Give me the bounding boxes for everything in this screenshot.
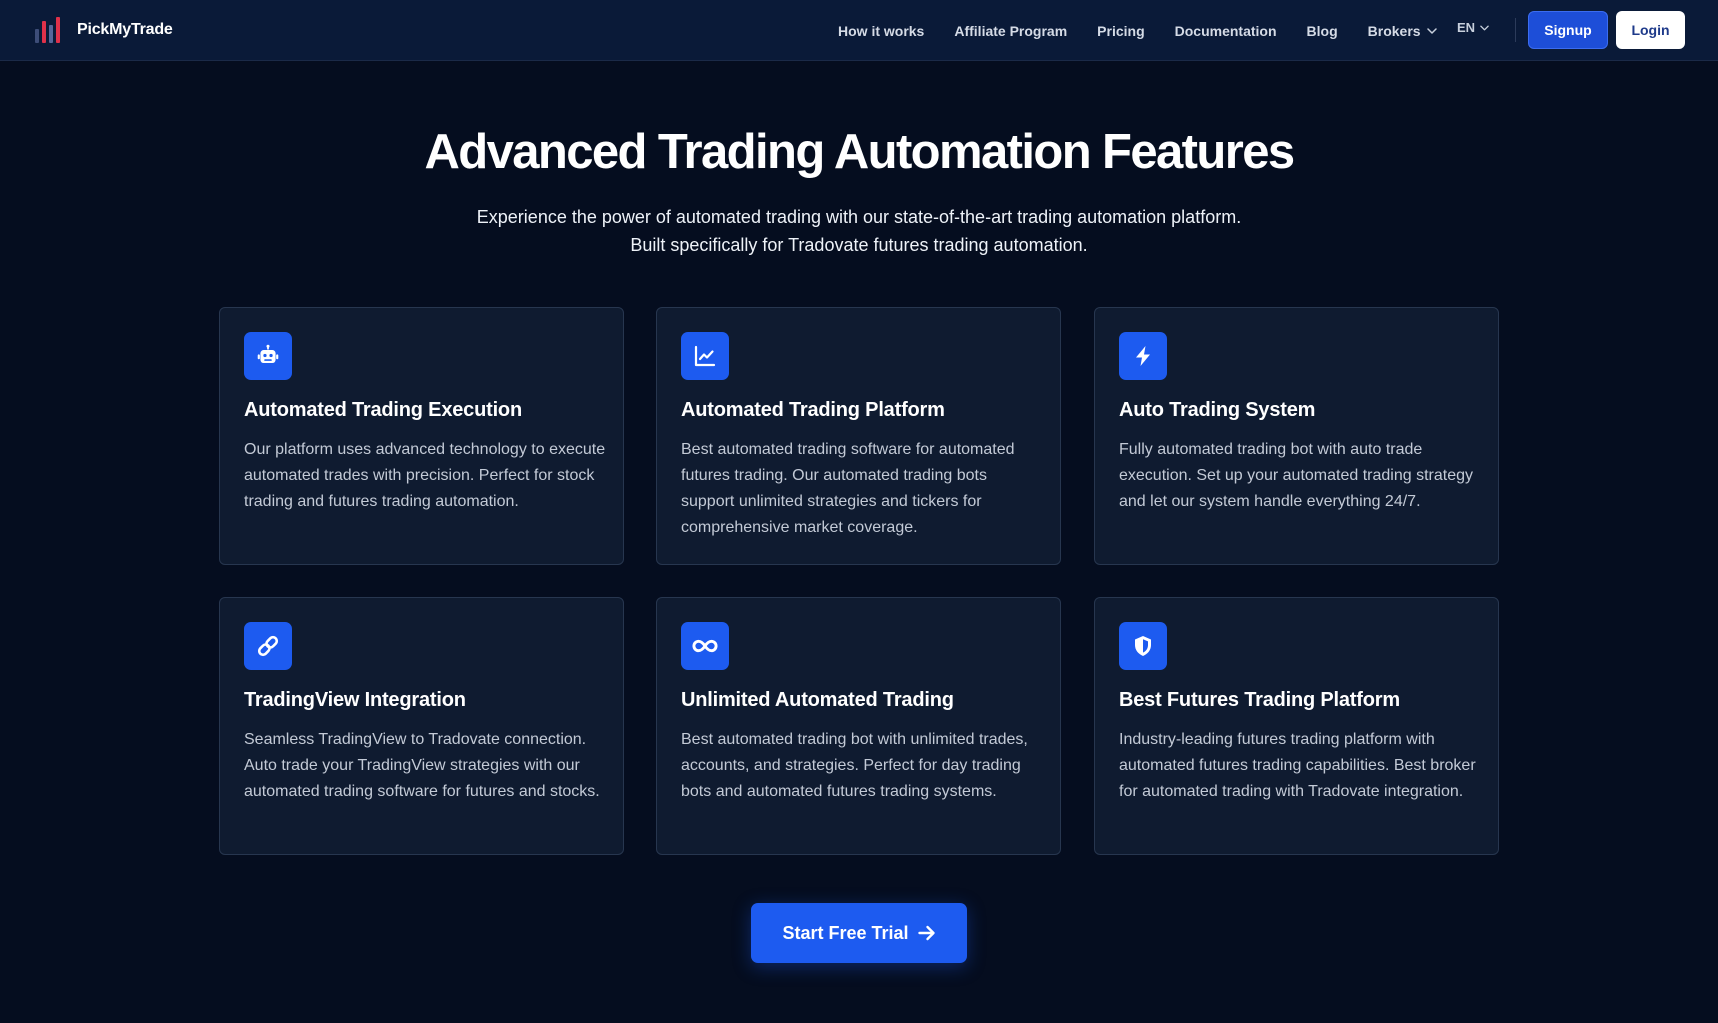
feature-card: Unlimited Automated Trading Best automat…: [656, 597, 1061, 855]
feature-card: Automated Trading Execution Our platform…: [219, 307, 624, 565]
hero-subtitle: Experience the power of automated tradin…: [476, 207, 1242, 255]
chevron-down-icon: [1426, 27, 1437, 34]
feature-title: TradingView Integration: [244, 689, 466, 711]
link-icon: [244, 622, 292, 670]
login-button[interactable]: Login: [1616, 11, 1685, 49]
feature-card: Automated Trading Platform Best automate…: [656, 307, 1061, 565]
chevron-down-icon: [1480, 25, 1489, 30]
feature-description: Best automated trading bot with unlimite…: [681, 731, 1028, 800]
feature-title: Best Futures Trading Platform: [1119, 689, 1400, 711]
feature-card: Best Futures Trading Platform Industry-l…: [1094, 597, 1499, 855]
nav-link-how-it-works[interactable]: How it works: [838, 23, 924, 39]
signup-button[interactable]: Signup: [1528, 11, 1608, 49]
feature-title: Automated Trading Platform: [681, 399, 945, 421]
feature-card: TradingView Integration Seamless Trading…: [219, 597, 624, 855]
navbar: PickMyTrade How it works Affiliate Progr…: [0, 0, 1718, 61]
feature-description: Our platform uses advanced technology to…: [244, 441, 606, 510]
nav-divider: [1515, 18, 1516, 42]
shield-icon: [1119, 622, 1167, 670]
nav-links: How it works Affiliate Program Pricing D…: [838, 0, 1467, 61]
feature-description: Industry-leading futures trading platfor…: [1119, 731, 1476, 800]
brand-name: PickMyTrade: [77, 21, 173, 38]
nav-link-affiliate[interactable]: Affiliate Program: [954, 23, 1067, 39]
nav-link-brokers[interactable]: Brokers: [1368, 23, 1437, 39]
hero-title: Advanced Trading Automation Features: [424, 125, 1296, 179]
nav-link-brokers-label: Brokers: [1367, 22, 1421, 39]
brand[interactable]: PickMyTrade: [33, 15, 173, 45]
feature-description: Fully automated trading bot with auto tr…: [1119, 441, 1473, 510]
feature-title: Auto Trading System: [1119, 399, 1316, 421]
bolt-icon: [1119, 332, 1167, 380]
infinity-icon: [681, 622, 729, 670]
nav-link-pricing[interactable]: Pricing: [1097, 23, 1144, 39]
arrow-right-icon: [917, 925, 935, 941]
feature-description: Best automated trading software for auto…: [681, 441, 1015, 536]
feature-description: Seamless TradingView to Tradovate connec…: [244, 731, 600, 800]
language-selector[interactable]: EN: [1457, 20, 1489, 35]
chart-line-icon: [681, 332, 729, 380]
feature-grid: Automated Trading Execution Our platform…: [219, 307, 1499, 855]
feature-title: Automated Trading Execution: [244, 399, 522, 421]
feature-card: Auto Trading System Fully automated trad…: [1094, 307, 1499, 565]
start-free-trial-button[interactable]: Start Free Trial: [751, 903, 967, 963]
language-label: EN: [1457, 20, 1476, 35]
brand-logo-icon: [33, 15, 67, 45]
robot-icon: [244, 332, 292, 380]
nav-link-documentation[interactable]: Documentation: [1175, 23, 1277, 39]
nav-link-blog[interactable]: Blog: [1307, 23, 1338, 39]
feature-title: Unlimited Automated Trading: [681, 689, 954, 711]
cta-label: Start Free Trial: [782, 922, 909, 943]
